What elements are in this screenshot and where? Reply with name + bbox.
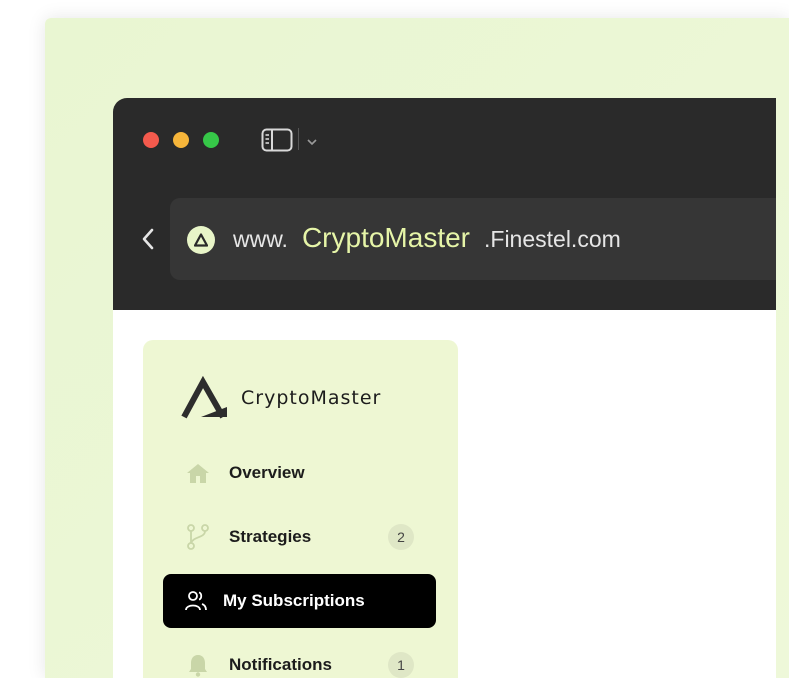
app-sidebar: CryptoMaster Overview Strategies 2 My Su…: [143, 340, 458, 678]
sidebar-item-notifications[interactable]: Notifications 1: [163, 638, 436, 678]
toolbar-divider: [298, 128, 299, 150]
sidebar-item-my-subscriptions[interactable]: My Subscriptions: [163, 574, 436, 628]
close-window-button[interactable]: [143, 132, 159, 148]
maximize-window-button[interactable]: [203, 132, 219, 148]
page-content: CryptoMaster Overview Strategies 2 My Su…: [113, 310, 776, 678]
sidebar-item-label: Notifications: [229, 655, 332, 674]
url-prefix: www.: [233, 226, 288, 252]
sidebar-item-overview[interactable]: Overview: [163, 446, 436, 500]
chevron-down-icon[interactable]: [306, 134, 318, 146]
url-text[interactable]: www. CryptoMaster .Finestel.com: [233, 222, 621, 258]
browser-window: www. CryptoMaster .Finestel.com CryptoMa…: [113, 98, 776, 678]
url-domain: CryptoMaster: [301, 222, 470, 253]
brand-name: CryptoMaster: [241, 387, 382, 409]
minimize-window-button[interactable]: [173, 132, 189, 148]
sidebar-item-label: Overview: [229, 463, 305, 482]
count-badge: 2: [388, 524, 414, 550]
back-icon[interactable]: [141, 228, 155, 250]
count-badge: 1: [388, 652, 414, 678]
home-icon: [185, 460, 211, 486]
brand[interactable]: CryptoMaster: [181, 376, 381, 420]
bell-icon: [185, 652, 211, 678]
site-favicon-icon: [187, 226, 215, 254]
branch-icon: [185, 524, 211, 550]
users-icon: [183, 588, 209, 614]
sidebar-toggle-icon[interactable]: [261, 128, 293, 152]
sidebar-item-strategies[interactable]: Strategies 2: [163, 510, 436, 564]
sidebar-item-label: My Subscriptions: [223, 591, 365, 610]
cryptomaster-logo-icon: [181, 376, 227, 419]
url-suffix: .Finestel.com: [484, 226, 621, 252]
sidebar-item-label: Strategies: [229, 527, 312, 546]
